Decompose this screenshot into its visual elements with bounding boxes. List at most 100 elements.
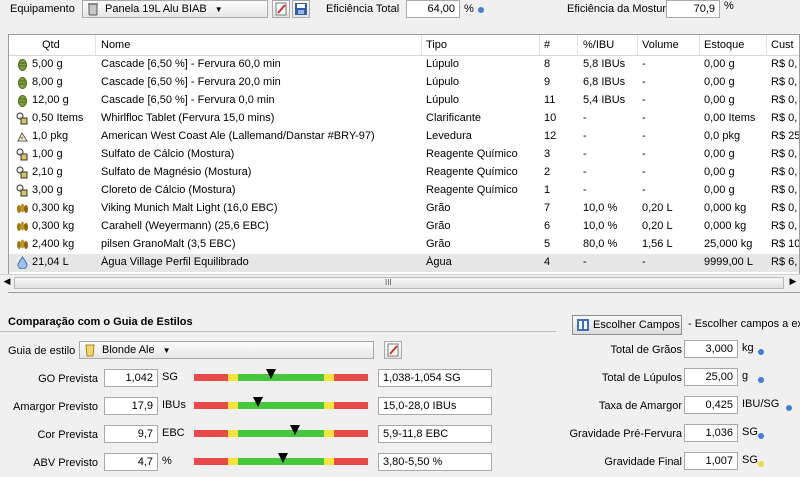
chevron-down-icon: ▼ <box>214 5 223 14</box>
choose-fields-hint: - Escolher campos a ex <box>688 318 800 330</box>
equipment-edit-button[interactable] <box>272 0 290 18</box>
efficiency-total-unit: % <box>464 3 474 15</box>
cell-name: Água Village Perfil Equilibrado <box>101 256 249 268</box>
efficiency-total-field[interactable]: 64,00 <box>406 0 460 18</box>
column-header-cost[interactable]: Cust <box>771 39 794 51</box>
column-header-volume[interactable]: Volume <box>642 39 679 51</box>
column-header-stock[interactable]: Estoque <box>704 39 744 51</box>
bar-segment-yellow <box>324 430 334 437</box>
style-guide-label: Guia de estilo <box>8 345 76 357</box>
column-header-name[interactable]: Nome <box>101 39 130 51</box>
column-divider[interactable] <box>577 35 578 55</box>
cell-pct-ibu: 5,4 IBUs <box>583 94 626 106</box>
column-divider[interactable] <box>95 35 96 55</box>
table-row[interactable]: 1,0 pkg American West Coast Ale (Lalleman… <box>9 128 799 146</box>
field-row-unit: SG <box>742 454 758 466</box>
bar-segment-red <box>194 402 228 409</box>
cell-volume: - <box>642 166 646 178</box>
cell-pct-ibu: - <box>583 166 587 178</box>
cell-volume: - <box>642 256 646 268</box>
style-row-range: 5,9-11,8 EBC <box>378 425 492 443</box>
cell-volume: 1,56 L <box>642 238 673 250</box>
field-row-label: Total de Grãos <box>610 344 682 356</box>
column-divider[interactable] <box>637 35 638 55</box>
horizontal-scrollbar[interactable]: ◀ III ▶ <box>0 274 800 292</box>
cell-pct-ibu: 80,0 % <box>583 238 618 250</box>
column-divider[interactable] <box>699 35 700 55</box>
table-row[interactable]: 0,300 kg Carahell (Weyermann) (25,6 EBC) G… <box>9 218 799 236</box>
table-row[interactable]: 2,400 kg pilsen GranoMalt (3,5 EBC) Grão 5 8… <box>9 236 799 254</box>
cell-pct-ibu: - <box>583 256 587 268</box>
field-row-value: 3,000 <box>684 340 738 358</box>
table-row[interactable]: 5,00 g Cascade [6,50 %] - Fervura 60,0 mi… <box>9 56 799 74</box>
field-row-label: Total de Lúpulos <box>601 372 682 384</box>
column-header-number[interactable]: # <box>544 39 550 51</box>
scroll-left-icon[interactable]: ◀ <box>0 276 14 287</box>
cell-number: 10 <box>544 112 557 124</box>
status-dot <box>758 461 764 467</box>
cell-pct-ibu: - <box>583 148 587 160</box>
column-header-qty[interactable]: Qtd <box>42 39 60 51</box>
cell-volume: - <box>642 184 646 196</box>
efficiency-mash-field[interactable]: 70,9 <box>666 0 720 18</box>
cell-stock: 0,00 g <box>704 58 735 70</box>
table-row[interactable]: 12,00 g Cascade [6,50 %] - Fervura 0,0 mi… <box>9 92 799 110</box>
cell-pct-ibu: - <box>583 130 587 142</box>
ingredients-table[interactable]: Qtd Nome Tipo # %/IBU Volume Estoque Cus… <box>8 34 800 293</box>
column-divider[interactable] <box>421 35 422 55</box>
bar-segment-red <box>334 458 368 465</box>
cell-stock: 0,00 g <box>704 76 735 88</box>
edit-icon <box>387 343 399 357</box>
table-row[interactable]: 0,50 Items Whirlfloc Tablet (Fervura 15,0… <box>9 110 799 128</box>
style-guide-edit-button[interactable] <box>384 341 402 359</box>
cell-name: Sulfato de Magnésio (Mostura) <box>101 166 252 178</box>
cell-type: Clarificante <box>426 112 482 124</box>
bar-segment-yellow <box>324 458 334 465</box>
bar-segment-red <box>194 458 228 465</box>
style-row-unit: SG <box>162 371 178 383</box>
table-row[interactable]: 21,04 L Água Village Perfil Equilibrado Ág… <box>9 254 799 272</box>
cell-cost: R$ 0, <box>771 94 798 106</box>
cell-cost: R$ 0, <box>771 112 798 124</box>
table-row[interactable]: 2,10 g Sulfato de Magnésio (Mostura) Reage… <box>9 164 799 182</box>
style-row-unit: % <box>162 455 172 467</box>
edit-icon <box>275 2 287 16</box>
cell-name: Whirlfloc Tablet (Fervura 15,0 mins) <box>101 112 275 124</box>
style-row-value: 4,7 <box>104 453 158 471</box>
table-row[interactable]: 3,00 g Cloreto de Cálcio (Mostura) Reagent… <box>9 182 799 200</box>
bar-marker-icon <box>290 425 300 435</box>
bar-segment-yellow <box>228 430 238 437</box>
choose-fields-button[interactable]: Escolher Campos <box>572 315 682 335</box>
column-header-type[interactable]: Tipo <box>426 39 447 51</box>
bar-segment-green <box>238 430 324 437</box>
misc-icon <box>16 112 28 125</box>
style-guide-select[interactable]: Blonde Ale ▼ <box>79 341 374 359</box>
equipment-save-button[interactable] <box>292 0 310 18</box>
style-row-value: 9,7 <box>104 425 158 443</box>
cell-qty: 21,04 L <box>32 256 69 268</box>
field-row-label: Gravidade Pré-Fervura <box>569 428 683 440</box>
equipment-select[interactable]: Panela 19L Alu BIAB ▼ <box>82 0 268 18</box>
column-header-pct-ibu[interactable]: %/IBU <box>583 39 614 51</box>
cell-cost: R$ 0, <box>771 76 798 88</box>
grain-icon <box>17 239 28 249</box>
scrollbar-thumb[interactable]: III <box>14 277 784 289</box>
cell-type: Grão <box>426 202 451 214</box>
chevron-down-icon: ▼ <box>162 346 171 355</box>
cell-qty: 0,300 kg <box>32 202 75 214</box>
column-divider[interactable] <box>539 35 540 55</box>
cell-pct-ibu: 6,8 IBUs <box>583 76 626 88</box>
table-row[interactable]: 1,00 g Sulfato de Cálcio (Mostura) Reagent… <box>9 146 799 164</box>
cell-qty: 0,50 Items <box>32 112 84 124</box>
bar-marker-icon <box>266 369 276 379</box>
scroll-right-icon[interactable]: ▶ <box>786 276 800 287</box>
table-row[interactable]: 8,00 g Cascade [6,50 %] - Fervura 20,0 mi… <box>9 74 799 92</box>
bar-segment-red <box>334 430 368 437</box>
column-divider[interactable] <box>766 35 767 55</box>
style-row-range: 3,80-5,50 % <box>378 453 492 471</box>
cell-stock: 0,000 kg <box>704 202 747 214</box>
choose-fields-label: Escolher Campos <box>593 319 680 331</box>
bar-marker-icon <box>278 453 288 463</box>
table-row[interactable]: 0,300 kg Viking Munich Malt Light (16,0 E… <box>9 200 799 218</box>
bar-segment-yellow <box>228 402 238 409</box>
